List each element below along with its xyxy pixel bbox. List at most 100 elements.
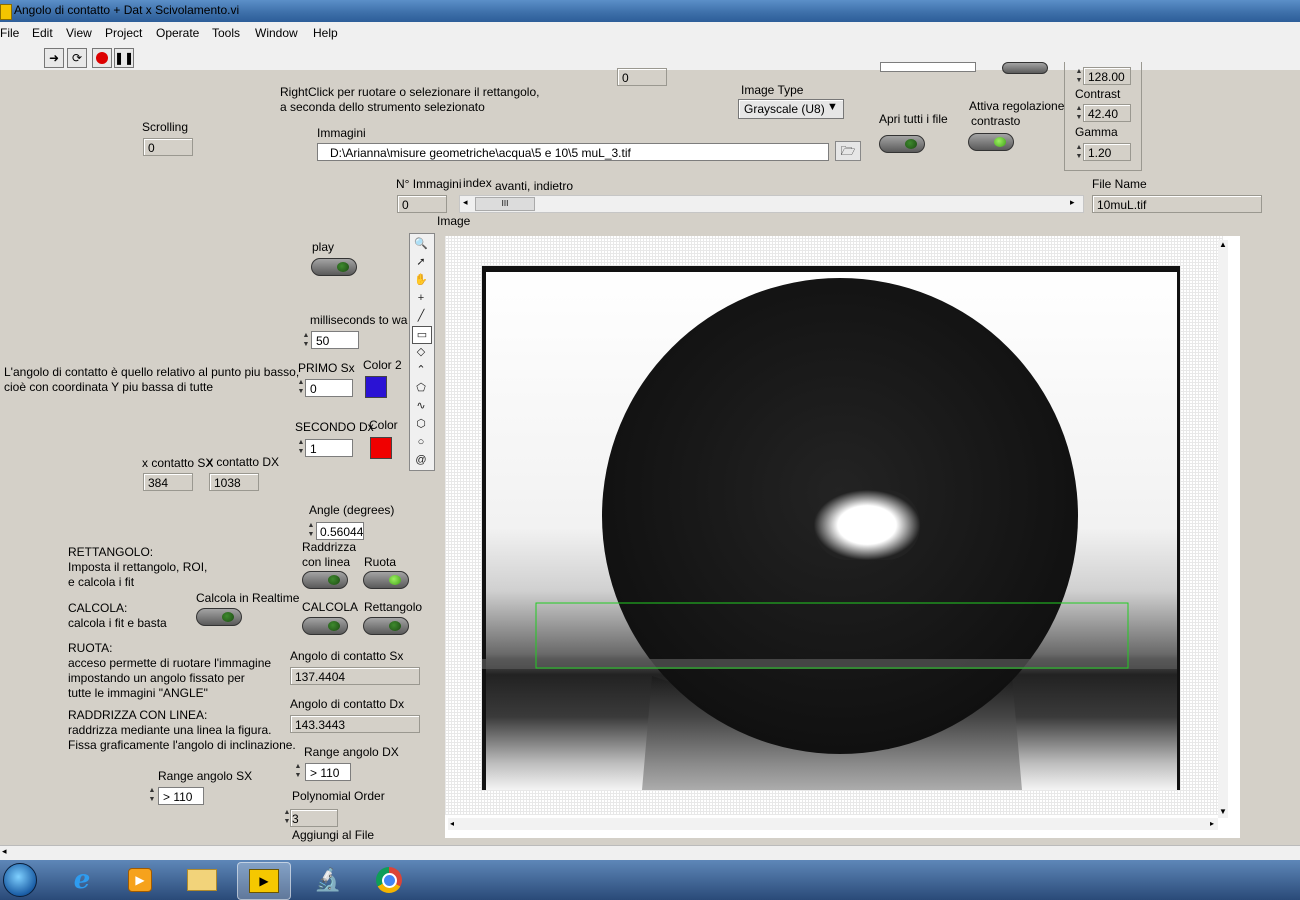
instr-ruota-2: impostando un angolo fissato per — [68, 671, 245, 685]
ang-sx-value: 137.4404 — [290, 667, 420, 685]
file-name-value: 10muL.tif — [1092, 195, 1262, 213]
start-orb[interactable] — [0, 862, 40, 898]
secondo-value[interactable]: 1 — [305, 439, 353, 457]
instr-ruota-1: acceso permette di ruotare l'immagine — [68, 656, 272, 670]
menu-bar: File Edit View Project Operate Tools Win… — [0, 22, 1300, 44]
range-dx-label: Range angolo DX — [304, 745, 399, 759]
window-title: Angolo di contatto + Dat x Scivolamento.… — [14, 3, 240, 17]
menu-view[interactable]: View — [66, 26, 92, 40]
run-continuously-icon[interactable]: ⟳ — [67, 48, 87, 68]
file-name-label: File Name — [1092, 177, 1147, 191]
calcola-button[interactable] — [302, 617, 348, 635]
menu-tools[interactable]: Tools — [212, 26, 240, 40]
rettangolo-button[interactable] — [363, 617, 409, 635]
abort-icon[interactable] — [92, 48, 112, 68]
attiva-label-2: contrasto — [971, 114, 1021, 128]
ms-label: milliseconds to wa — [310, 313, 408, 327]
image-hscroll[interactable]: ◂ ▸ — [448, 818, 1218, 830]
secondo-spinner[interactable]: ▲ ▼ — [297, 438, 305, 458]
top-numeric[interactable]: 0 — [617, 68, 667, 86]
poly-value[interactable]: 3 — [290, 809, 338, 827]
polygon-icon[interactable]: ⬠ — [412, 380, 430, 396]
crosshair-icon[interactable]: + — [412, 290, 430, 306]
explorer-icon[interactable] — [176, 862, 228, 898]
angle-value[interactable]: 0.560442 — [316, 522, 364, 540]
attiva-contrasto-button[interactable] — [968, 133, 1014, 151]
n-immagini-value[interactable]: 0 — [397, 195, 447, 213]
range-dx-spinner[interactable]: ▲ ▼ — [294, 762, 302, 782]
ruota-button[interactable] — [363, 571, 409, 589]
pause-icon[interactable]: ❚❚ — [114, 48, 134, 68]
microscope-icon[interactable]: 🔬 — [302, 862, 354, 898]
brightness-value[interactable]: 128.00 — [1083, 67, 1131, 85]
angle-spinner[interactable]: ▲ ▼ — [307, 521, 315, 541]
menu-operate[interactable]: Operate — [156, 26, 199, 40]
gamma-spinner[interactable]: ▲ ▼ — [1075, 143, 1083, 163]
calcola-label: CALCOLA — [302, 600, 359, 614]
angle-label: Angle (degrees) — [309, 503, 395, 517]
brightness-spinner[interactable]: ▲ ▼ — [1075, 67, 1083, 87]
color2-swatch[interactable] — [365, 376, 387, 398]
droplet-highlight — [814, 490, 920, 560]
labview-icon[interactable]: ▶ — [237, 862, 291, 900]
raddrizza-label: Raddrizza — [302, 540, 357, 554]
run-arrow-icon[interactable]: ➜ — [44, 48, 64, 68]
avanti-label: avanti, indietro — [495, 179, 574, 193]
apri-tutti-button[interactable] — [879, 135, 925, 153]
image-vscroll[interactable]: ▲ ▼ — [1218, 240, 1228, 818]
contact-note-2: cioè con coordinata Y piu bassa di tutte — [4, 380, 214, 394]
color-swatch[interactable] — [370, 437, 392, 459]
menu-help[interactable]: Help — [313, 26, 338, 40]
ms-spinner[interactable]: ▲ ▼ — [302, 331, 310, 351]
scroll-thumb[interactable]: III — [475, 197, 535, 211]
ruota-label: Ruota — [364, 555, 397, 569]
folder-browse-icon[interactable]: 🗁 — [835, 141, 861, 161]
scroll-right-icon[interactable]: ▸ — [1070, 197, 1075, 208]
contrast-value[interactable]: 42.40 — [1083, 104, 1131, 122]
scrolling-value[interactable]: 0 — [143, 138, 193, 156]
pan-hand-icon[interactable]: ✋ — [412, 272, 430, 288]
image-type-select[interactable]: Grayscale (U8) ▼ — [738, 99, 844, 119]
play-button[interactable] — [311, 258, 357, 276]
range-dx-value[interactable]: > 110 — [305, 763, 351, 781]
zoom-icon[interactable]: 🔍 — [412, 236, 430, 252]
gamma-value[interactable]: 1.20 — [1083, 143, 1131, 161]
index-scrollbar[interactable]: ◂ III ▸ — [459, 195, 1084, 213]
contrast-spinner[interactable]: ▲ ▼ — [1075, 104, 1083, 124]
raddrizza-button[interactable] — [302, 571, 348, 589]
line-tool-icon[interactable]: ╱ — [412, 308, 430, 324]
media-player-icon[interactable]: ▶ — [114, 862, 166, 898]
menu-file[interactable]: File — [0, 26, 19, 40]
menu-edit[interactable]: Edit — [32, 26, 53, 40]
window-hscroll[interactable]: ◂ — [0, 845, 1300, 861]
top-partial-button[interactable] — [1002, 62, 1048, 74]
polyline-icon[interactable]: ⌃ — [412, 362, 430, 378]
freehand-icon[interactable]: ∿ — [412, 398, 430, 414]
immagini-path-input[interactable]: D:\Arianna\misure geometriche\acqua\5 e … — [317, 143, 829, 161]
menu-window[interactable]: Window — [255, 26, 298, 40]
secondo-label: SECONDO Dx — [295, 420, 374, 434]
rotated-rect-icon[interactable]: ◇ — [412, 344, 430, 360]
image-label: Image — [437, 214, 471, 228]
window-scroll-left-icon[interactable]: ◂ — [2, 846, 7, 857]
oval-icon[interactable]: ○ — [412, 434, 430, 450]
pointer-icon[interactable]: ➚ — [412, 254, 430, 270]
title-bar: Angolo di contatto + Dat x Scivolamento.… — [0, 0, 1300, 22]
scroll-left-icon[interactable]: ◂ — [463, 197, 468, 208]
instr-raddrizza-2: Fissa graficamente l'angolo di inclinazi… — [68, 738, 296, 752]
spiral-tool-icon[interactable]: @ — [412, 452, 430, 468]
realtime-button[interactable] — [196, 608, 242, 626]
chrome-icon[interactable] — [363, 862, 415, 898]
range-sx-spinner[interactable]: ▲ ▼ — [148, 786, 156, 806]
rectangle-tool-icon[interactable]: ▭ — [412, 326, 432, 344]
ms-value[interactable]: 50 — [311, 331, 359, 349]
ie-icon[interactable]: e — [56, 862, 108, 898]
menu-project[interactable]: Project — [105, 26, 142, 40]
instr-calcola-1: calcola i fit e basta — [68, 616, 167, 630]
primo-value[interactable]: 0 — [305, 379, 353, 397]
annulus-icon[interactable]: ⬡ — [412, 416, 430, 432]
instr-ruota-3: tutte le immagini "ANGLE" — [68, 686, 208, 700]
primo-spinner[interactable]: ▲ ▼ — [297, 378, 305, 398]
rightclick-help-1: RightClick per ruotare o selezionare il … — [280, 85, 540, 99]
range-sx-value[interactable]: > 110 — [158, 787, 204, 805]
